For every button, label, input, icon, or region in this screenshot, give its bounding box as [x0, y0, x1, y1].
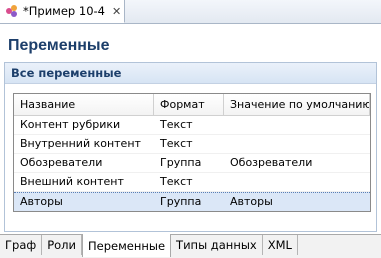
page-tabs: Граф Роли Переменные Типы данных XML [0, 234, 381, 258]
cell-name: Внутренний контент [20, 137, 141, 150]
table-body: Контент рубрики Текст Внутренний контент… [14, 116, 370, 211]
cell-name: Контент рубрики [20, 118, 121, 131]
tab-roles[interactable]: Роли [42, 235, 82, 255]
table-row[interactable]: Контент рубрики Текст [14, 116, 370, 135]
cell-name: Внешний контент [20, 175, 124, 188]
cell-format: Текст [160, 118, 193, 131]
cell-default [224, 173, 370, 191]
section-header[interactable]: Все переменные [5, 63, 376, 84]
cell-name: Авторы [20, 195, 63, 208]
section-title: Все переменные [11, 66, 122, 80]
editor-tabstrip: *Пример 10-4 ✕ [0, 0, 381, 24]
editor-tab[interactable]: *Пример 10-4 ✕ [0, 0, 125, 23]
tab-xml[interactable]: XML [263, 235, 298, 255]
page-title: Переменные [8, 37, 110, 54]
cell-default: Обозреватели [230, 156, 313, 169]
variables-table: Название Формат Значение по умолчанию Ко… [13, 93, 371, 212]
cell-name: Обозреватели [20, 156, 103, 169]
cell-default: Авторы [230, 195, 273, 208]
column-header-name[interactable]: Название [14, 94, 154, 116]
editor-tab-title: *Пример 10-4 [23, 4, 105, 18]
cell-format: Текст [160, 137, 193, 150]
cell-format: Текст [160, 175, 193, 188]
cell-default [224, 116, 370, 134]
table-row[interactable]: Внешний контент Текст [14, 173, 370, 192]
table-header: Название Формат Значение по умолчанию [14, 94, 370, 116]
table-row[interactable]: Обозреватели Группа Обозреватели [14, 154, 370, 173]
cell-format: Группа [160, 156, 202, 169]
tab-variables[interactable]: Переменные [82, 234, 172, 257]
close-icon[interactable]: ✕ [112, 6, 121, 17]
cell-format: Группа [160, 195, 202, 208]
palette-icon [6, 5, 18, 17]
column-header-format[interactable]: Формат [154, 94, 224, 116]
table-row[interactable]: Внутренний контент Текст [14, 135, 370, 154]
tab-data-types[interactable]: Типы данных [171, 235, 263, 255]
cell-default [224, 135, 370, 153]
tab-graph[interactable]: Граф [0, 235, 43, 255]
table-row-selected[interactable]: Авторы Группа Авторы [14, 192, 370, 211]
column-header-default[interactable]: Значение по умолчанию [224, 94, 370, 116]
